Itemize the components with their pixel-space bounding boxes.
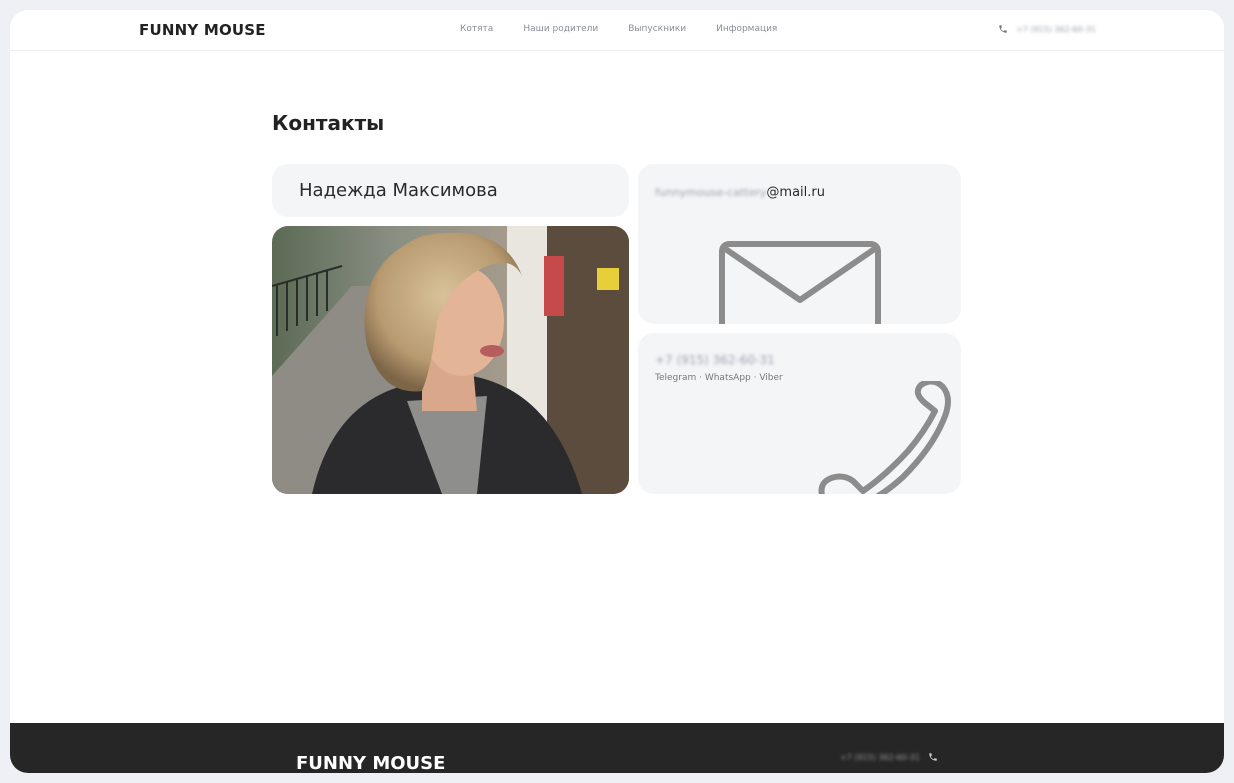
phone-icon [929,753,937,761]
site-footer: FUNNY MOUSE +7 (915) 362-60-31 [10,723,1224,773]
nav-link-info[interactable]: Информация [716,24,777,34]
header-phone-number: +7 (915) 362-60-31 [1016,24,1096,34]
footer-phone-number: +7 (915) 362-60-31 [840,752,920,762]
envelope-icon [719,241,881,324]
email-address[interactable]: funnymouse-cattery@mail.ru [655,185,825,200]
handset-icon [818,381,951,494]
main-nav: Котята Наши родители Выпускники Информац… [460,24,777,34]
page-title: Контакты [272,111,385,135]
site-logo[interactable]: FUNNY MOUSE [139,21,266,39]
email-card[interactable]: funnymouse-cattery@mail.ru [638,164,961,324]
contact-name-card: Надежда Максимова [272,164,629,217]
nav-link-graduates[interactable]: Выпускники [628,24,686,34]
page-frame: FUNNY MOUSE Котята Наши родители Выпускн… [10,10,1224,773]
nav-link-parents[interactable]: Наши родители [523,24,598,34]
nav-link-kittens[interactable]: Котята [460,24,493,34]
email-domain: @mail.ru [766,185,825,200]
contact-phone-number[interactable]: +7 (915) 362-60-31 [655,353,775,367]
footer-phone[interactable]: +7 (915) 362-60-31 [840,752,938,762]
messengers-list: Telegram · WhatsApp · Viber [655,373,783,383]
header-phone[interactable]: +7 (915) 362-60-31 [998,24,1096,34]
footer-logo[interactable]: FUNNY MOUSE [296,753,445,773]
email-user: funnymouse-cattery [655,186,767,199]
contact-photo [272,226,629,494]
contact-name: Надежда Максимова [299,180,498,201]
phone-icon [999,25,1007,33]
phone-card[interactable]: +7 (915) 362-60-31 Telegram · WhatsApp ·… [638,333,961,494]
site-header: FUNNY MOUSE Котята Наши родители Выпускн… [10,10,1224,51]
